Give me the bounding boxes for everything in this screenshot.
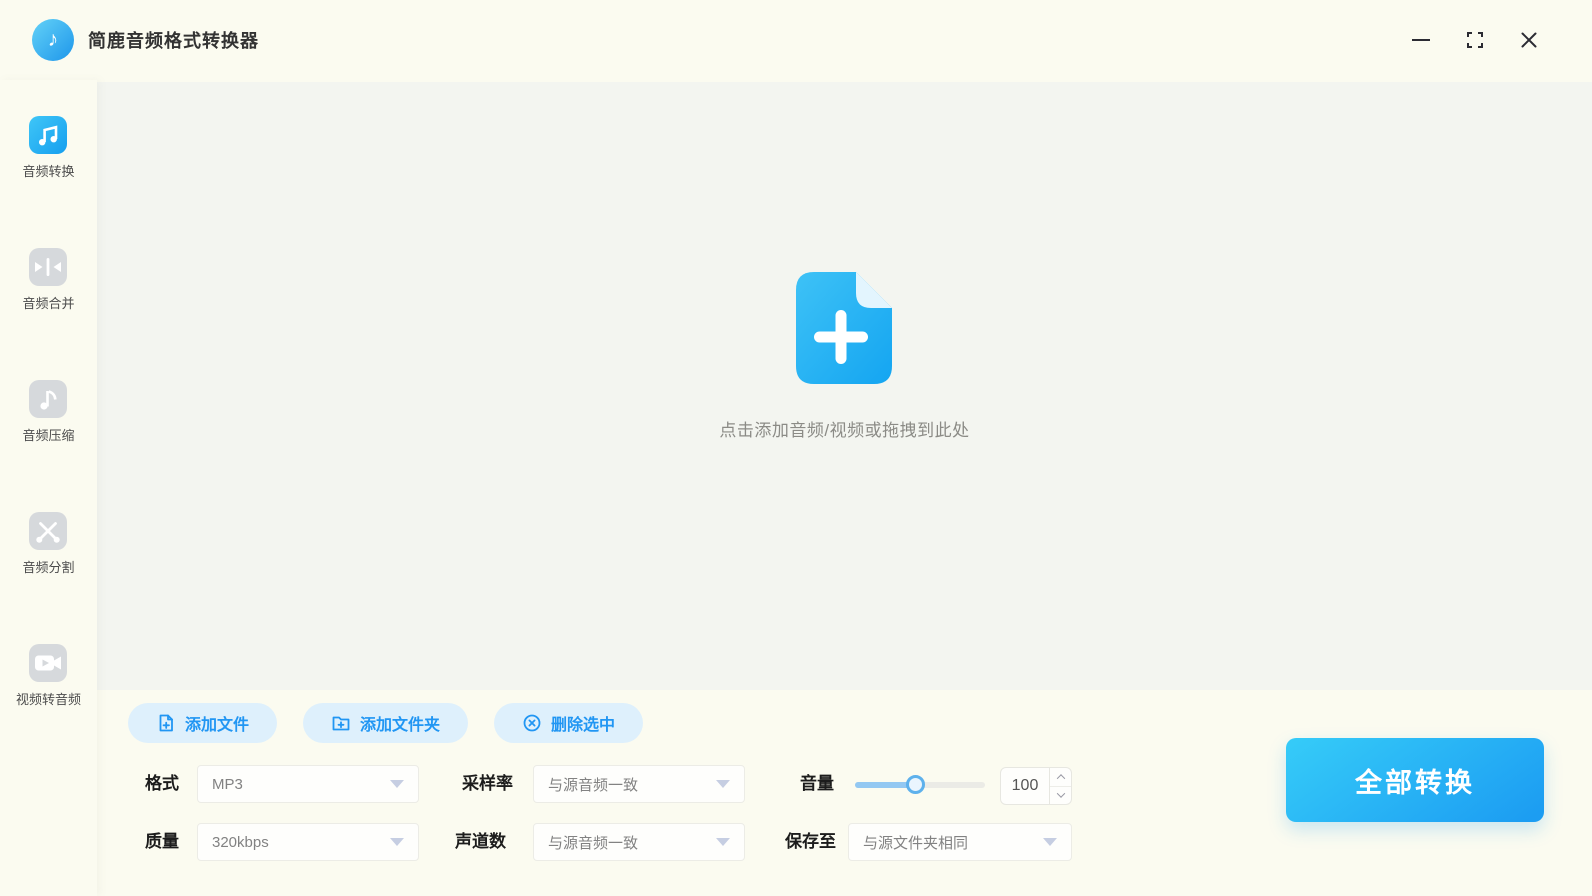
app-window: ♪ 简鹿音频格式转换器 音频转换 音频合并 音频压缩 音频分割 视频转音频 点击…	[0, 0, 1592, 896]
chevron-down-icon	[1056, 789, 1065, 799]
sample-rate-select[interactable]: 与源音频一致	[533, 765, 745, 803]
sidebar-item-video-to-audio[interactable]: 视频转音频	[16, 644, 81, 708]
sidebar-item-audio-merge[interactable]: 音频合并	[22, 248, 75, 312]
main-drop-area: 点击添加音频/视频或拖拽到此处	[97, 82, 1592, 690]
audio-convert-icon	[29, 116, 68, 154]
spinner-up-button[interactable]	[1050, 768, 1071, 787]
sample-rate-label: 采样率	[462, 774, 513, 793]
add-file-icon	[159, 714, 173, 732]
volume-spinner	[1049, 768, 1071, 804]
sidebar-item-audio-compress[interactable]: 音频压缩	[22, 380, 75, 444]
delete-selected-button[interactable]: 删除选中	[494, 703, 644, 743]
add-file-label: 添加文件	[185, 717, 250, 734]
chevron-down-icon	[716, 780, 730, 788]
convert-all-label: 全部转换	[1355, 767, 1475, 798]
chevron-up-icon	[1056, 773, 1065, 783]
quality-value: 320kbps	[212, 833, 269, 851]
format-select[interactable]: MP3	[197, 765, 419, 803]
delete-circle-icon	[523, 714, 541, 732]
sidebar: 音频转换 音频合并 音频压缩 音频分割 视频转音频	[0, 80, 97, 896]
add-folder-button[interactable]: 添加文件夹	[303, 703, 469, 743]
minimize-button[interactable]	[1410, 29, 1432, 51]
quality-select[interactable]: 320kbps	[197, 823, 419, 861]
chevron-down-icon	[390, 838, 404, 846]
maximize-button[interactable]	[1464, 29, 1486, 51]
add-folder-icon	[332, 716, 350, 731]
chevron-down-icon	[390, 780, 404, 788]
volume-slider-handle[interactable]	[906, 775, 926, 794]
volume-input[interactable]: 100	[1000, 767, 1072, 805]
music-note-glyph: ♪	[47, 28, 59, 51]
app-title: 简鹿音频格式转换器	[88, 31, 259, 51]
titlebar: ♪ 简鹿音频格式转换器	[0, 0, 1592, 80]
convert-all-button[interactable]: 全部转换	[1286, 738, 1544, 822]
quality-label: 质量	[145, 832, 179, 851]
save-to-select[interactable]: 与源文件夹相同	[848, 823, 1072, 861]
save-to-label: 保存至	[785, 832, 836, 851]
sample-rate-value: 与源音频一致	[548, 776, 639, 794]
format-value: MP3	[212, 775, 243, 793]
channels-label: 声道数	[455, 832, 506, 851]
sidebar-item-audio-convert[interactable]: 音频转换	[22, 116, 75, 180]
format-label: 格式	[145, 774, 179, 793]
volume-label: 音量	[800, 774, 834, 793]
save-to-value: 与源文件夹相同	[863, 834, 969, 852]
sidebar-label: 音频合并	[22, 296, 75, 311]
close-button[interactable]	[1518, 29, 1540, 51]
add-file-button[interactable]: 添加文件	[128, 703, 278, 743]
window-controls	[1410, 29, 1592, 51]
app-logo-icon: ♪	[32, 19, 74, 61]
sidebar-label: 音频转换	[22, 164, 75, 179]
minimize-icon	[1412, 39, 1430, 41]
chevron-down-icon	[716, 838, 730, 846]
sidebar-label: 视频转音频	[15, 692, 81, 707]
channels-select[interactable]: 与源音频一致	[533, 823, 745, 861]
dropzone[interactable]: 点击添加音频/视频或拖拽到此处	[719, 271, 970, 441]
video-to-audio-icon	[29, 644, 68, 682]
toolbar: 添加文件 添加文件夹 删除选中	[128, 703, 644, 743]
delete-selected-label: 删除选中	[551, 717, 616, 734]
sidebar-label: 音频分割	[22, 560, 75, 575]
audio-merge-icon	[29, 248, 68, 286]
chevron-down-icon	[1043, 838, 1057, 846]
audio-compress-icon	[29, 380, 68, 418]
volume-slider[interactable]	[855, 775, 985, 794]
spinner-down-button[interactable]	[1050, 787, 1071, 805]
audio-split-icon	[29, 512, 68, 550]
channels-value: 与源音频一致	[548, 834, 639, 852]
add-folder-label: 添加文件夹	[360, 717, 441, 734]
dropzone-hint: 点击添加音频/视频或拖拽到此处	[719, 420, 970, 440]
sidebar-label: 音频压缩	[22, 428, 75, 443]
volume-value: 100	[1011, 777, 1039, 794]
close-icon	[1521, 32, 1537, 48]
add-file-document-icon	[796, 271, 893, 384]
sidebar-item-audio-split[interactable]: 音频分割	[22, 512, 75, 576]
maximize-icon	[1467, 32, 1483, 48]
